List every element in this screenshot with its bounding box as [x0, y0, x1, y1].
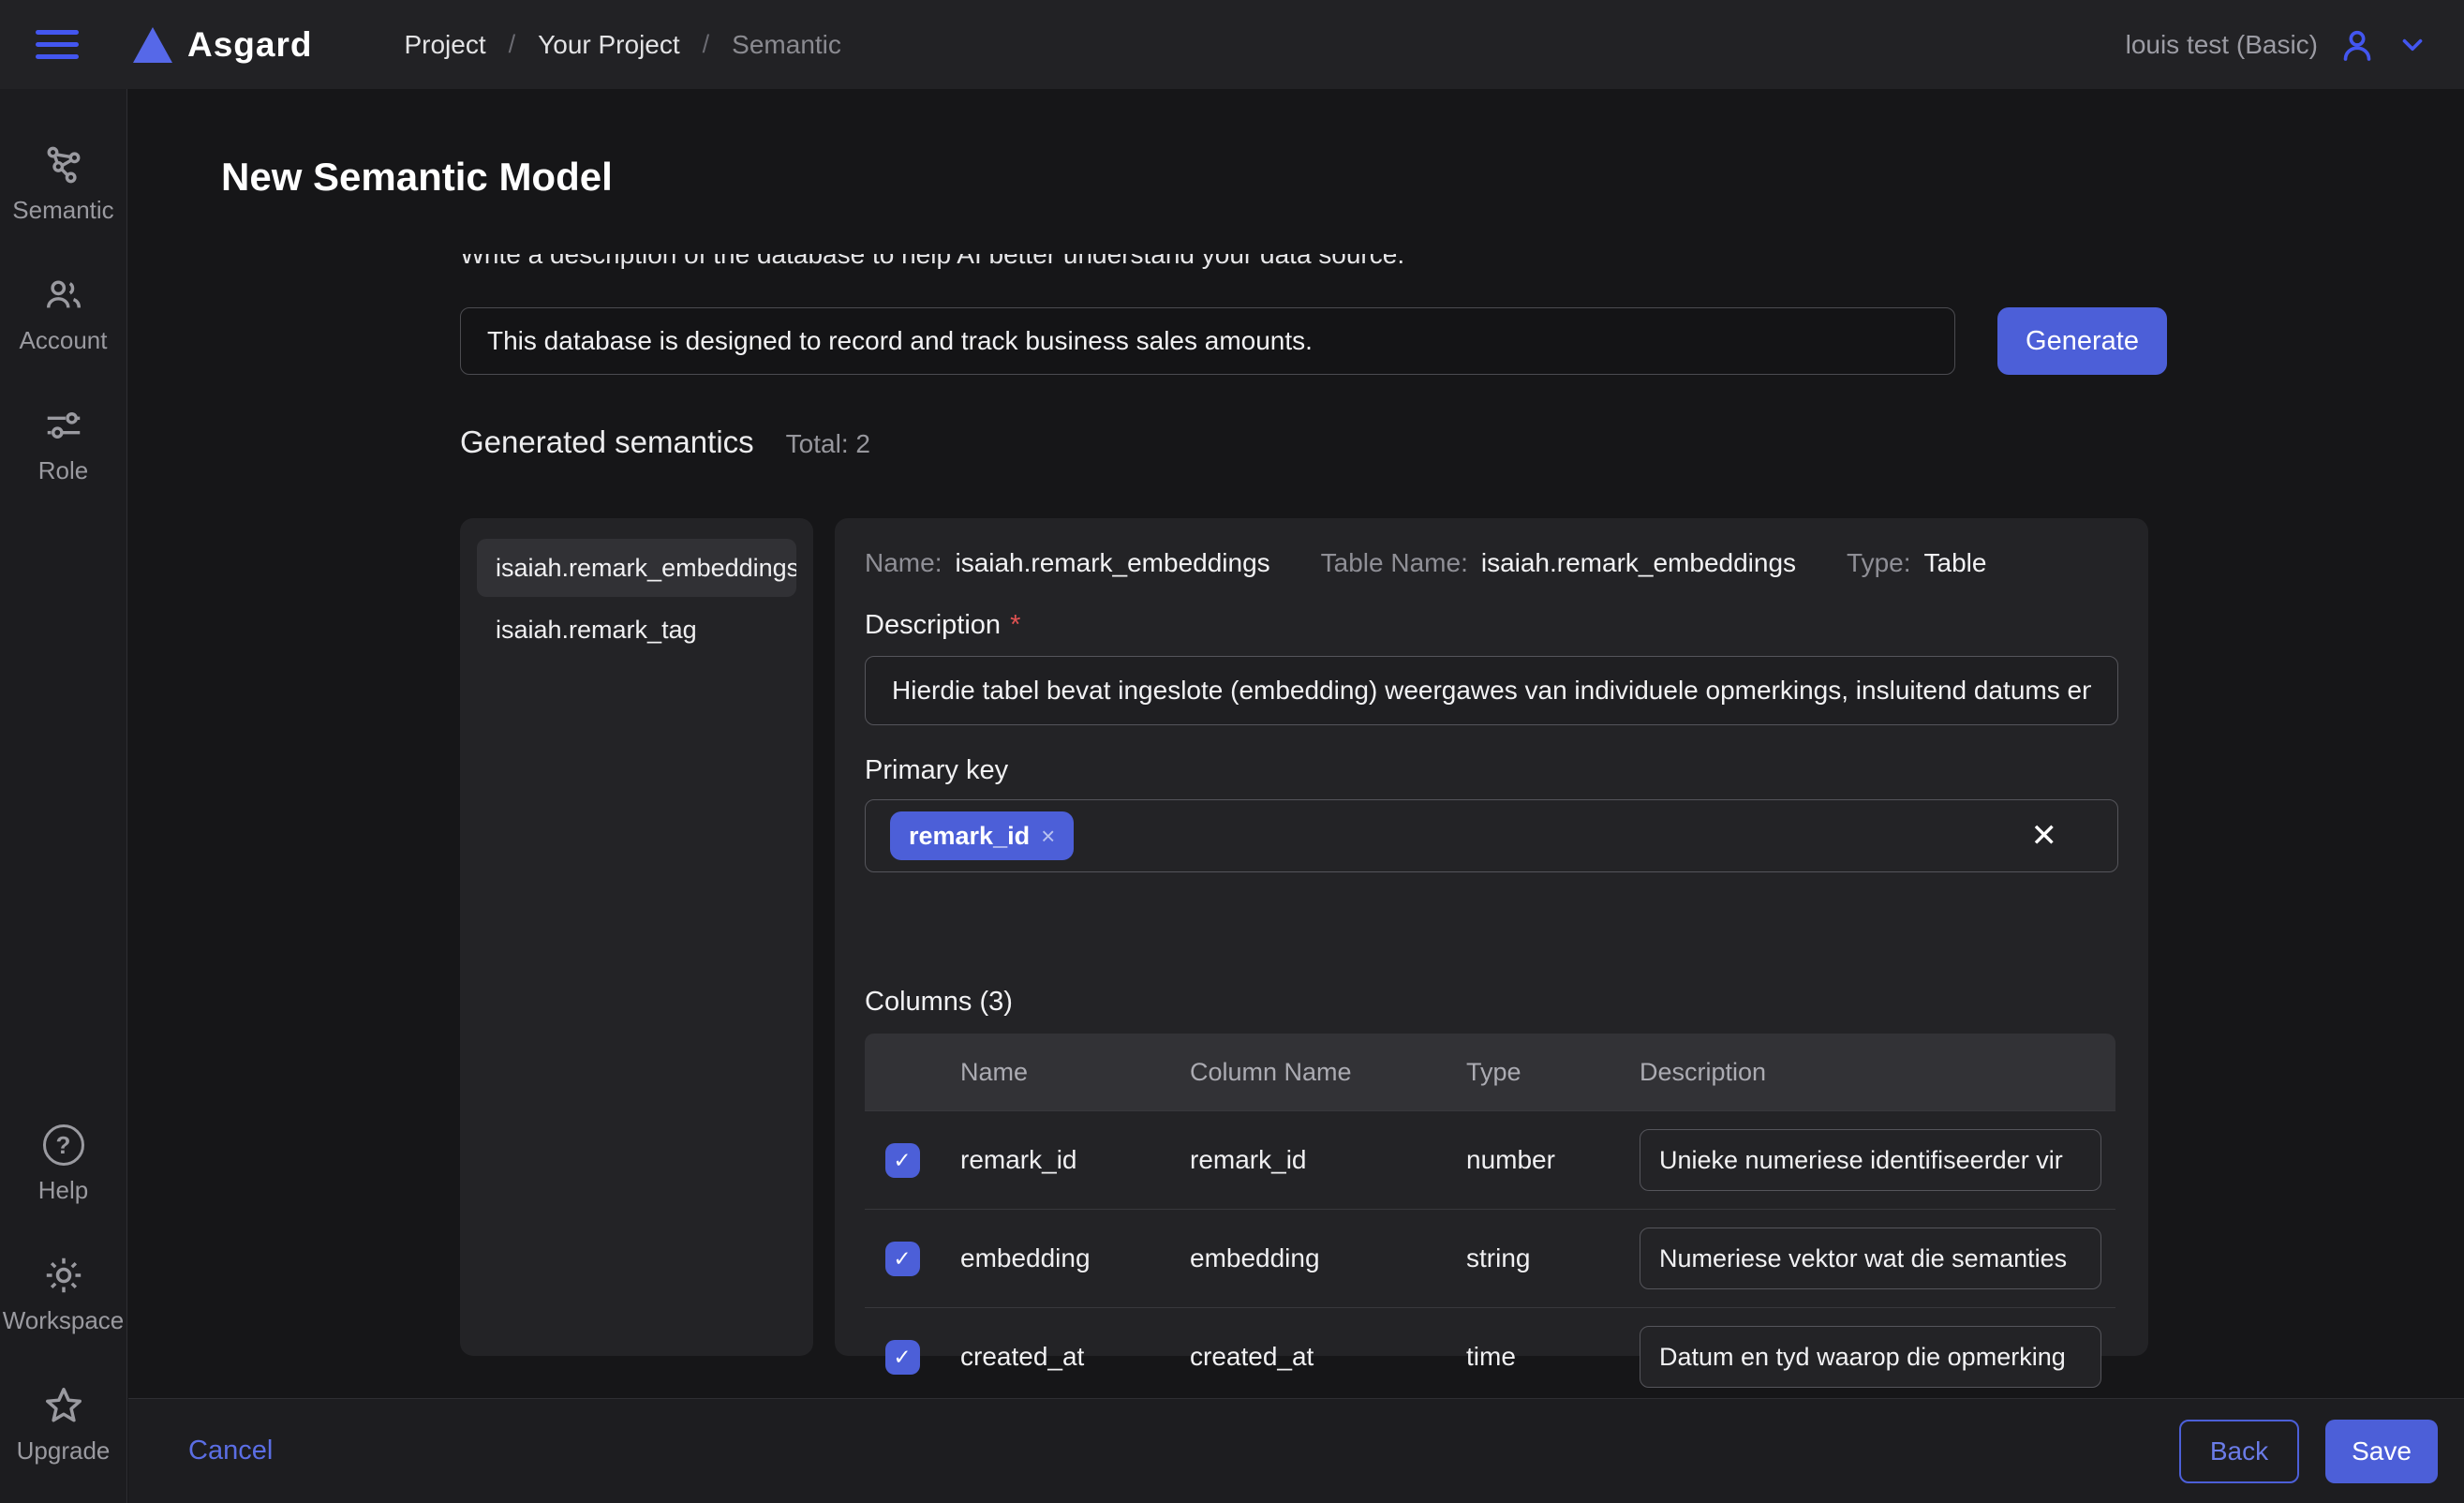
columns-table: Name Column Name Type Description ✓ rema… [865, 1034, 2115, 1406]
breadcrumb-separator: / [703, 30, 710, 59]
sidebar-item-role[interactable]: Role [0, 404, 127, 485]
primary-key-field[interactable]: remark_id × ✕ [865, 799, 2118, 872]
breadcrumb-project[interactable]: Project [404, 30, 485, 60]
breadcrumb-your-project[interactable]: Your Project [538, 30, 680, 60]
db-description-instruction: Write a description of the database to h… [460, 254, 1959, 273]
list-item-remark-embeddings[interactable]: isaiah.remark_embeddings [477, 539, 796, 597]
save-button[interactable]: Save [2325, 1420, 2438, 1483]
workspace-gear-icon [42, 1254, 85, 1297]
column-description-input[interactable] [1640, 1326, 2101, 1388]
cancel-link[interactable]: Cancel [188, 1436, 273, 1466]
name-value: isaiah.remark_embeddings [955, 548, 1269, 578]
sidebar-item-help[interactable]: ? Help [0, 1124, 127, 1205]
table-row: ✓ remark_id remark_id number [865, 1110, 2115, 1209]
cell-name: remark_id [940, 1145, 1169, 1175]
page-title: New Semantic Model [221, 155, 613, 200]
sidebar-label-help: Help [38, 1176, 88, 1205]
generated-semantics-title: Generated semantics [460, 424, 754, 460]
sidebar-item-upgrade[interactable]: Upgrade [0, 1384, 127, 1466]
top-header: Asgard Project / Your Project / Semantic… [0, 0, 2464, 89]
sidebar-label-role: Role [38, 456, 88, 485]
row-checkbox[interactable]: ✓ [885, 1143, 920, 1178]
cell-name: created_at [940, 1342, 1169, 1372]
user-plan-label: louis test (Basic) [2126, 30, 2318, 60]
description-label: Description* [865, 610, 1020, 641]
cell-type: number [1446, 1145, 1619, 1175]
header-description: Description [1619, 1058, 2115, 1087]
upgrade-star-icon [42, 1384, 85, 1427]
primary-key-label: Primary key [865, 755, 1008, 786]
brand-logo[interactable]: Asgard [133, 25, 312, 65]
chevron-down-icon[interactable] [2397, 29, 2428, 61]
account-users-icon [42, 274, 85, 317]
main-content: New Semantic Model Write a description o… [128, 89, 2464, 1503]
cell-type: string [1446, 1243, 1619, 1273]
breadcrumb: Project / Your Project / Semantic [404, 30, 840, 60]
help-icon: ? [42, 1124, 85, 1167]
type-label: Type: [1847, 548, 1910, 578]
sidebar-label-workspace: Workspace [3, 1306, 125, 1335]
breadcrumb-semantic: Semantic [732, 30, 841, 60]
row-checkbox[interactable]: ✓ [885, 1242, 920, 1276]
sidebar-item-account[interactable]: Account [0, 274, 127, 355]
semantic-detail-panel: Name: isaiah.remark_embeddings Table Nam… [835, 518, 2148, 1356]
cell-name: embedding [940, 1243, 1169, 1273]
left-sidebar: Semantic Account Role ? Help [0, 89, 127, 1503]
row-checkbox[interactable]: ✓ [885, 1340, 920, 1375]
columns-table-header: Name Column Name Type Description [865, 1034, 2115, 1110]
sidebar-item-semantic[interactable]: Semantic [0, 143, 127, 225]
total-count: Total: 2 [786, 429, 870, 459]
primary-key-chip: remark_id × [890, 811, 1074, 860]
cell-column-name: embedding [1169, 1243, 1446, 1273]
sidebar-label-account: Account [20, 326, 108, 355]
table-row: ✓ embedding embedding string [865, 1209, 2115, 1307]
table-name-value: isaiah.remark_embeddings [1481, 548, 1796, 578]
breadcrumb-separator: / [509, 30, 516, 59]
logo-triangle-icon [133, 27, 172, 63]
column-description-input[interactable] [1640, 1228, 2101, 1289]
columns-count-label: Columns (3) [865, 987, 1013, 1018]
clear-primary-key-icon[interactable]: ✕ [2031, 820, 2058, 852]
tables-list-panel: isaiah.remark_embeddings isaiah.remark_t… [460, 518, 813, 1356]
generate-button[interactable]: Generate [1997, 307, 2167, 375]
column-description-input[interactable] [1640, 1129, 2101, 1191]
sidebar-label-upgrade: Upgrade [17, 1436, 111, 1466]
table-name-label: Table Name: [1321, 548, 1468, 578]
sidebar-item-workspace[interactable]: Workspace [0, 1254, 127, 1335]
list-item-remark-tag[interactable]: isaiah.remark_tag [477, 601, 796, 659]
table-description-input[interactable] [865, 656, 2118, 725]
chip-remove-icon[interactable]: × [1041, 824, 1055, 848]
required-asterisk: * [1010, 610, 1020, 640]
cell-type: time [1446, 1342, 1619, 1372]
cell-column-name: remark_id [1169, 1145, 1446, 1175]
user-avatar-icon[interactable] [2338, 26, 2376, 64]
table-row: ✓ created_at created_at time [865, 1307, 2115, 1406]
name-label: Name: [865, 548, 942, 578]
brand-name: Asgard [187, 25, 312, 65]
semantic-graph-icon [42, 143, 85, 186]
type-value: Table [1924, 548, 1987, 578]
menu-icon[interactable] [36, 30, 79, 59]
header-type: Type [1446, 1058, 1619, 1087]
header-name: Name [940, 1058, 1169, 1087]
back-button[interactable]: Back [2179, 1420, 2299, 1483]
cell-column-name: created_at [1169, 1342, 1446, 1372]
role-sliders-icon [42, 404, 85, 447]
footer-bar: Cancel Back Save [128, 1398, 2464, 1503]
header-column-name: Column Name [1169, 1058, 1446, 1087]
db-description-input[interactable] [460, 307, 1955, 375]
sidebar-label-semantic: Semantic [12, 196, 113, 225]
